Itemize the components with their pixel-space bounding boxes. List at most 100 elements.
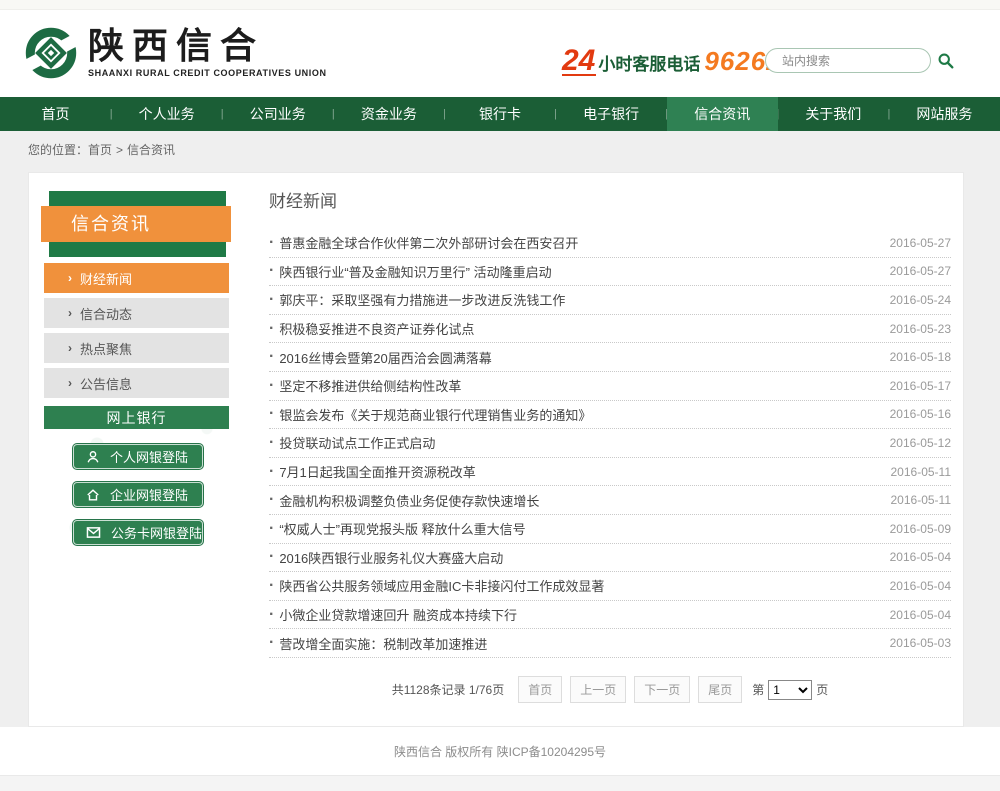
sidebar-menu-label: 财经新闻 [80, 269, 132, 288]
ebank-button-1[interactable]: 企业网银登陆 [73, 482, 203, 507]
ebank-button-label: 个人网银登陆 [110, 447, 188, 466]
sidebar-section-title: 信合资讯 [41, 206, 231, 242]
bullet-icon: · [269, 262, 274, 280]
breadcrumb-separator: > [116, 143, 123, 157]
news-title[interactable]: 陕西银行业“普及金融知识万里行” 活动隆重启动 [279, 262, 889, 281]
sidebar-menu: ›财经新闻›信合动态›热点聚焦›公告信息 [44, 263, 229, 403]
logo-text: 陕西信合 SHAANXI RURAL CREDIT COOPERATIVES U… [88, 28, 327, 78]
sidebar-menu-item-0[interactable]: ›财经新闻 [44, 263, 229, 293]
news-title[interactable]: 金融机构积极调整负债业务促使存款快速增长 [279, 491, 890, 510]
news-row-12[interactable]: ·陕西省公共服务领域应用金融IC卡非接闪付工作成效显著2016-05-04 [269, 572, 951, 601]
news-date: 2016-05-24 [890, 293, 951, 307]
news-row-6[interactable]: · 银监会发布《关于规范商业银行代理销售业务的通知》2016-05-16 [269, 401, 951, 430]
news-title[interactable]: 坚定不移推进供给侧结构性改革 [279, 376, 889, 395]
news-date: 2016-05-16 [890, 407, 951, 421]
news-date: 2016-05-18 [890, 350, 951, 364]
news-row-14[interactable]: ·营改增全面实施：税制改革加速推进2016-05-03 [269, 629, 951, 658]
footer: 陕西信合 版权所有 陕ICP备10204295号 [0, 727, 1000, 775]
bullet-icon: · [269, 291, 274, 309]
news-date: 2016-05-27 [890, 264, 951, 278]
nav-item-0[interactable]: 首页 [0, 97, 111, 131]
content-card: 信合资讯 ›财经新闻›信合动态›热点聚焦›公告信息 网上银行 个人网银登陆企业网… [28, 172, 964, 727]
news-row-7[interactable]: ·投贷联动试点工作正式启动2016-05-12 [269, 429, 951, 458]
sidebar-menu-item-2[interactable]: › 热点聚焦 [44, 333, 229, 363]
news-title[interactable]: “权威人士”再现党报头版 释放什么重大信号 [279, 519, 889, 538]
bullet-icon: · [269, 405, 274, 423]
news-row-2[interactable]: · 郭庆平：采取坚强有力措施进一步改进反洗钱工作2016-05-24 [269, 286, 951, 315]
bullet-icon: · [269, 463, 274, 481]
chevron-right-icon: › [68, 306, 72, 320]
search-input[interactable] [782, 54, 937, 68]
news-row-0[interactable]: ·普惠金融全球合作伙伴第二次外部研讨会在西安召开2016-05-27 [269, 229, 951, 258]
news-row-3[interactable]: ·积极稳妥推进不良资产证券化试点2016-05-23 [269, 315, 951, 344]
last-page-button[interactable]: 尾页 [698, 676, 742, 703]
search-icon [937, 52, 954, 69]
news-title[interactable]: 2016丝博会暨第20届西洽会圆满落幕 [279, 348, 889, 367]
nav-item-2[interactable]: 公司业务 [222, 97, 333, 131]
news-title[interactable]: 营改增全面实施：税制改革加速推进 [279, 634, 889, 653]
news-row-9[interactable]: ·金融机构积极调整负债业务促使存款快速增长2016-05-11 [269, 486, 951, 515]
bullet-icon: · [269, 577, 274, 595]
news-date: 2016-05-23 [890, 322, 951, 336]
logo-subtitle: SHAANXI RURAL CREDIT COOPERATIVES UNION [88, 68, 327, 78]
bullet-icon: · [269, 520, 274, 538]
news-title[interactable]: 7月1日起我国全面推开资源税改革 [279, 462, 890, 481]
news-row-8[interactable]: · 7月1日起我国全面推开资源税改革2016-05-11 [269, 458, 951, 487]
nav-item-5[interactable]: 电子银行 [556, 97, 667, 131]
nav-item-1[interactable]: 个人业务 [111, 97, 222, 131]
bullet-icon: · [269, 234, 274, 252]
news-title[interactable]: 投贷联动试点工作正式启动 [279, 433, 889, 452]
first-page-button[interactable]: 首页 [518, 676, 562, 703]
news-date: 2016-05-11 [891, 465, 952, 479]
news-title[interactable]: 2016陕西银行业服务礼仪大赛盛大启动 [279, 548, 889, 567]
bullet-icon: · [269, 634, 274, 652]
sidebar-menu-item-1[interactable]: › 信合动态 [44, 298, 229, 328]
bottom-strip [0, 775, 1000, 791]
news-title[interactable]: 小微企业贷款增速回升 融资成本持续下行 [279, 605, 889, 624]
nav-item-4[interactable]: 银行卡 [444, 97, 555, 131]
news-row-11[interactable]: ·2016陕西银行业服务礼仪大赛盛大启动2016-05-04 [269, 544, 951, 573]
next-page-button[interactable]: 下一页 [634, 676, 690, 703]
nav-item-6[interactable]: 信合资讯 [667, 97, 778, 131]
bullet-icon: · [269, 434, 274, 452]
ebank-button-label: 公务卡网银登陆 [111, 523, 202, 542]
breadcrumb-home-link[interactable]: 首页 [88, 143, 112, 157]
news-date: 2016-05-04 [890, 550, 951, 564]
goto-prefix: 第 [752, 681, 764, 698]
ebank-button-2[interactable]: 公务卡网银登陆 [73, 520, 203, 545]
chevron-right-icon: › [68, 341, 72, 355]
ebank-button-0[interactable]: 个人网银登陆 [73, 444, 203, 469]
search-button[interactable] [937, 52, 954, 69]
chevron-right-icon: › [68, 376, 72, 390]
ebank-header: 网上银行 [44, 406, 229, 429]
home-icon [86, 488, 100, 502]
nav-item-3[interactable]: 资金业务 [333, 97, 444, 131]
hotline-24: 24 [562, 48, 596, 76]
prev-page-button[interactable]: 上一页 [570, 676, 626, 703]
news-title[interactable]: 银监会发布《关于规范商业银行代理销售业务的通知》 [279, 405, 889, 424]
sidebar-menu-label: 热点聚焦 [80, 339, 132, 358]
news-row-1[interactable]: · 陕西银行业“普及金融知识万里行” 活动隆重启动2016-05-27 [269, 258, 951, 287]
sidebar-menu-label: 信合动态 [80, 304, 132, 323]
news-title[interactable]: 普惠金融全球合作伙伴第二次外部研讨会在西安召开 [279, 233, 889, 252]
logo: 陕西信合 SHAANXI RURAL CREDIT COOPERATIVES U… [24, 26, 327, 80]
news-date: 2016-05-04 [890, 608, 951, 622]
page-select[interactable]: 1 [768, 680, 812, 700]
nav-item-8[interactable]: 网站服务 [889, 97, 1000, 131]
nav-item-7[interactable]: 关于我们 [778, 97, 889, 131]
envelope-icon [86, 526, 101, 539]
news-title[interactable]: 陕西省公共服务领域应用金融IC卡非接闪付工作成效显著 [279, 576, 889, 595]
person-icon [86, 450, 100, 464]
news-row-5[interactable]: ·坚定不移推进供给侧结构性改革2016-05-17 [269, 372, 951, 401]
news-row-13[interactable]: · 小微企业贷款增速回升 融资成本持续下行2016-05-04 [269, 601, 951, 630]
news-row-10[interactable]: ·“权威人士”再现党报头版 释放什么重大信号2016-05-09 [269, 515, 951, 544]
breadcrumb: 您的位置：首页>信合资讯 [28, 141, 175, 158]
sidebar-menu-item-3[interactable]: ›公告信息 [44, 368, 229, 398]
news-title[interactable]: 郭庆平：采取坚强有力措施进一步改进反洗钱工作 [279, 290, 889, 309]
news-row-4[interactable]: ·2016丝博会暨第20届西洽会圆满落幕2016-05-18 [269, 343, 951, 372]
ebank-button-label: 企业网银登陆 [110, 485, 188, 504]
pagination: 共1128条记录 1/76页 首页 上一页 下一页 尾页 第 1 页 [269, 676, 951, 703]
bullet-icon: · [269, 606, 274, 624]
bullet-icon: · [269, 491, 274, 509]
news-title[interactable]: 积极稳妥推进不良资产证券化试点 [279, 319, 889, 338]
